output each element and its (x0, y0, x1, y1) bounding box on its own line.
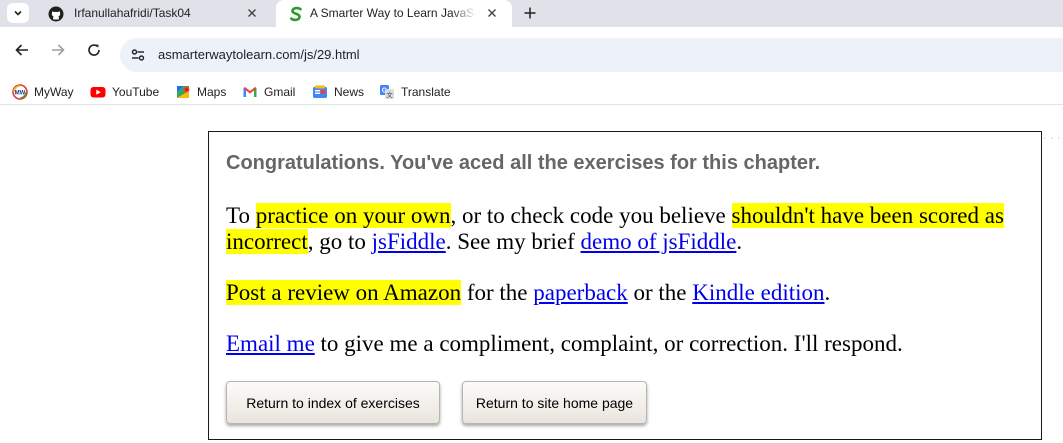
bookmark-label: Gmail (264, 85, 296, 99)
jsfiddle-demo-link[interactable]: demo of jsFiddle (581, 229, 737, 254)
highlighted-text: practice on your own (255, 203, 451, 228)
address-bar[interactable]: asmarterwaytolearn.com/js/29.html (120, 38, 1063, 72)
bookmark-label: YouTube (112, 85, 160, 99)
bookmark-label: MyWay (34, 85, 74, 99)
svg-text:MW: MW (15, 91, 26, 97)
paperback-link[interactable]: paperback (533, 280, 628, 305)
arrow-left-icon (15, 44, 28, 56)
tab-smarter-way[interactable]: A Smarter Way to Learn JavaScript (276, 0, 512, 27)
close-icon[interactable] (244, 5, 260, 21)
jsfiddle-link[interactable]: jsFiddle (372, 229, 446, 254)
bookmark-gmail[interactable]: Gmail (242, 83, 295, 101)
kindle-edition-link[interactable]: Kindle edition (692, 280, 824, 305)
gmail-icon (242, 84, 258, 100)
tab-title: Irfanullahafridi/Task04 (74, 6, 191, 20)
tab-title: A Smarter Way to Learn JavaScript (310, 6, 476, 20)
bookmark-translate[interactable]: G文 Translate (379, 83, 451, 101)
email-me-link[interactable]: Email me (226, 331, 315, 356)
myway-icon: MW (12, 84, 28, 100)
arrow-right-icon (52, 44, 65, 56)
bookmark-label: News (334, 85, 365, 99)
return-to-index-button[interactable]: Return to index of exercises (226, 381, 440, 424)
svg-text:文: 文 (386, 90, 393, 99)
maps-icon (175, 84, 191, 100)
practice-paragraph: To practice on your own, or to check cod… (226, 203, 1004, 254)
forward-button[interactable] (47, 39, 69, 61)
tab-search-button[interactable] (7, 3, 29, 23)
news-icon (312, 84, 328, 100)
bookmark-myway[interactable]: MW MyWay (12, 83, 74, 101)
bookmark-label: Maps (197, 85, 227, 99)
tab-strip: Irfanullahafridi/Task04 A Smarter Way to… (0, 0, 1063, 27)
review-paragraph: Post a review on Amazon for the paperbac… (226, 280, 831, 305)
tab-github[interactable]: Irfanullahafridi/Task04 (36, 0, 272, 27)
reload-icon (88, 44, 100, 56)
exercise-complete-panel: Congratulations. You've aced all the exe… (208, 131, 1042, 440)
bookmark-news[interactable]: News (312, 83, 364, 101)
bookmark-youtube[interactable]: YouTube (90, 83, 159, 101)
translate-icon: G文 (379, 84, 395, 100)
github-icon (48, 6, 64, 22)
back-button[interactable] (11, 39, 33, 61)
close-icon[interactable] (484, 5, 500, 21)
page-title: Congratulations. You've aced all the exe… (226, 152, 821, 174)
return-to-home-button[interactable]: Return to site home page (462, 381, 647, 424)
email-paragraph: Email me to give me a compliment, compla… (226, 331, 903, 356)
site-info-icon[interactable] (130, 47, 146, 63)
reload-button[interactable] (83, 39, 105, 61)
bookmark-label: Translate (401, 85, 451, 99)
bookmarks-bar: MW MyWay YouTube Maps Gmail News G文 Tran… (0, 79, 1063, 105)
chevron-down-icon (14, 10, 22, 16)
site-s-icon (288, 6, 304, 22)
highlighted-text: Post a review on Amazon (226, 280, 462, 305)
bookmark-maps[interactable]: Maps (175, 83, 226, 101)
plus-icon (524, 7, 536, 19)
address-url[interactable]: asmarterwaytolearn.com/js/29.html (158, 47, 360, 63)
youtube-icon (90, 84, 106, 100)
browser-toolbar: asmarterwaytolearn.com/js/29.html (0, 27, 1063, 73)
new-tab-button[interactable] (520, 3, 540, 23)
